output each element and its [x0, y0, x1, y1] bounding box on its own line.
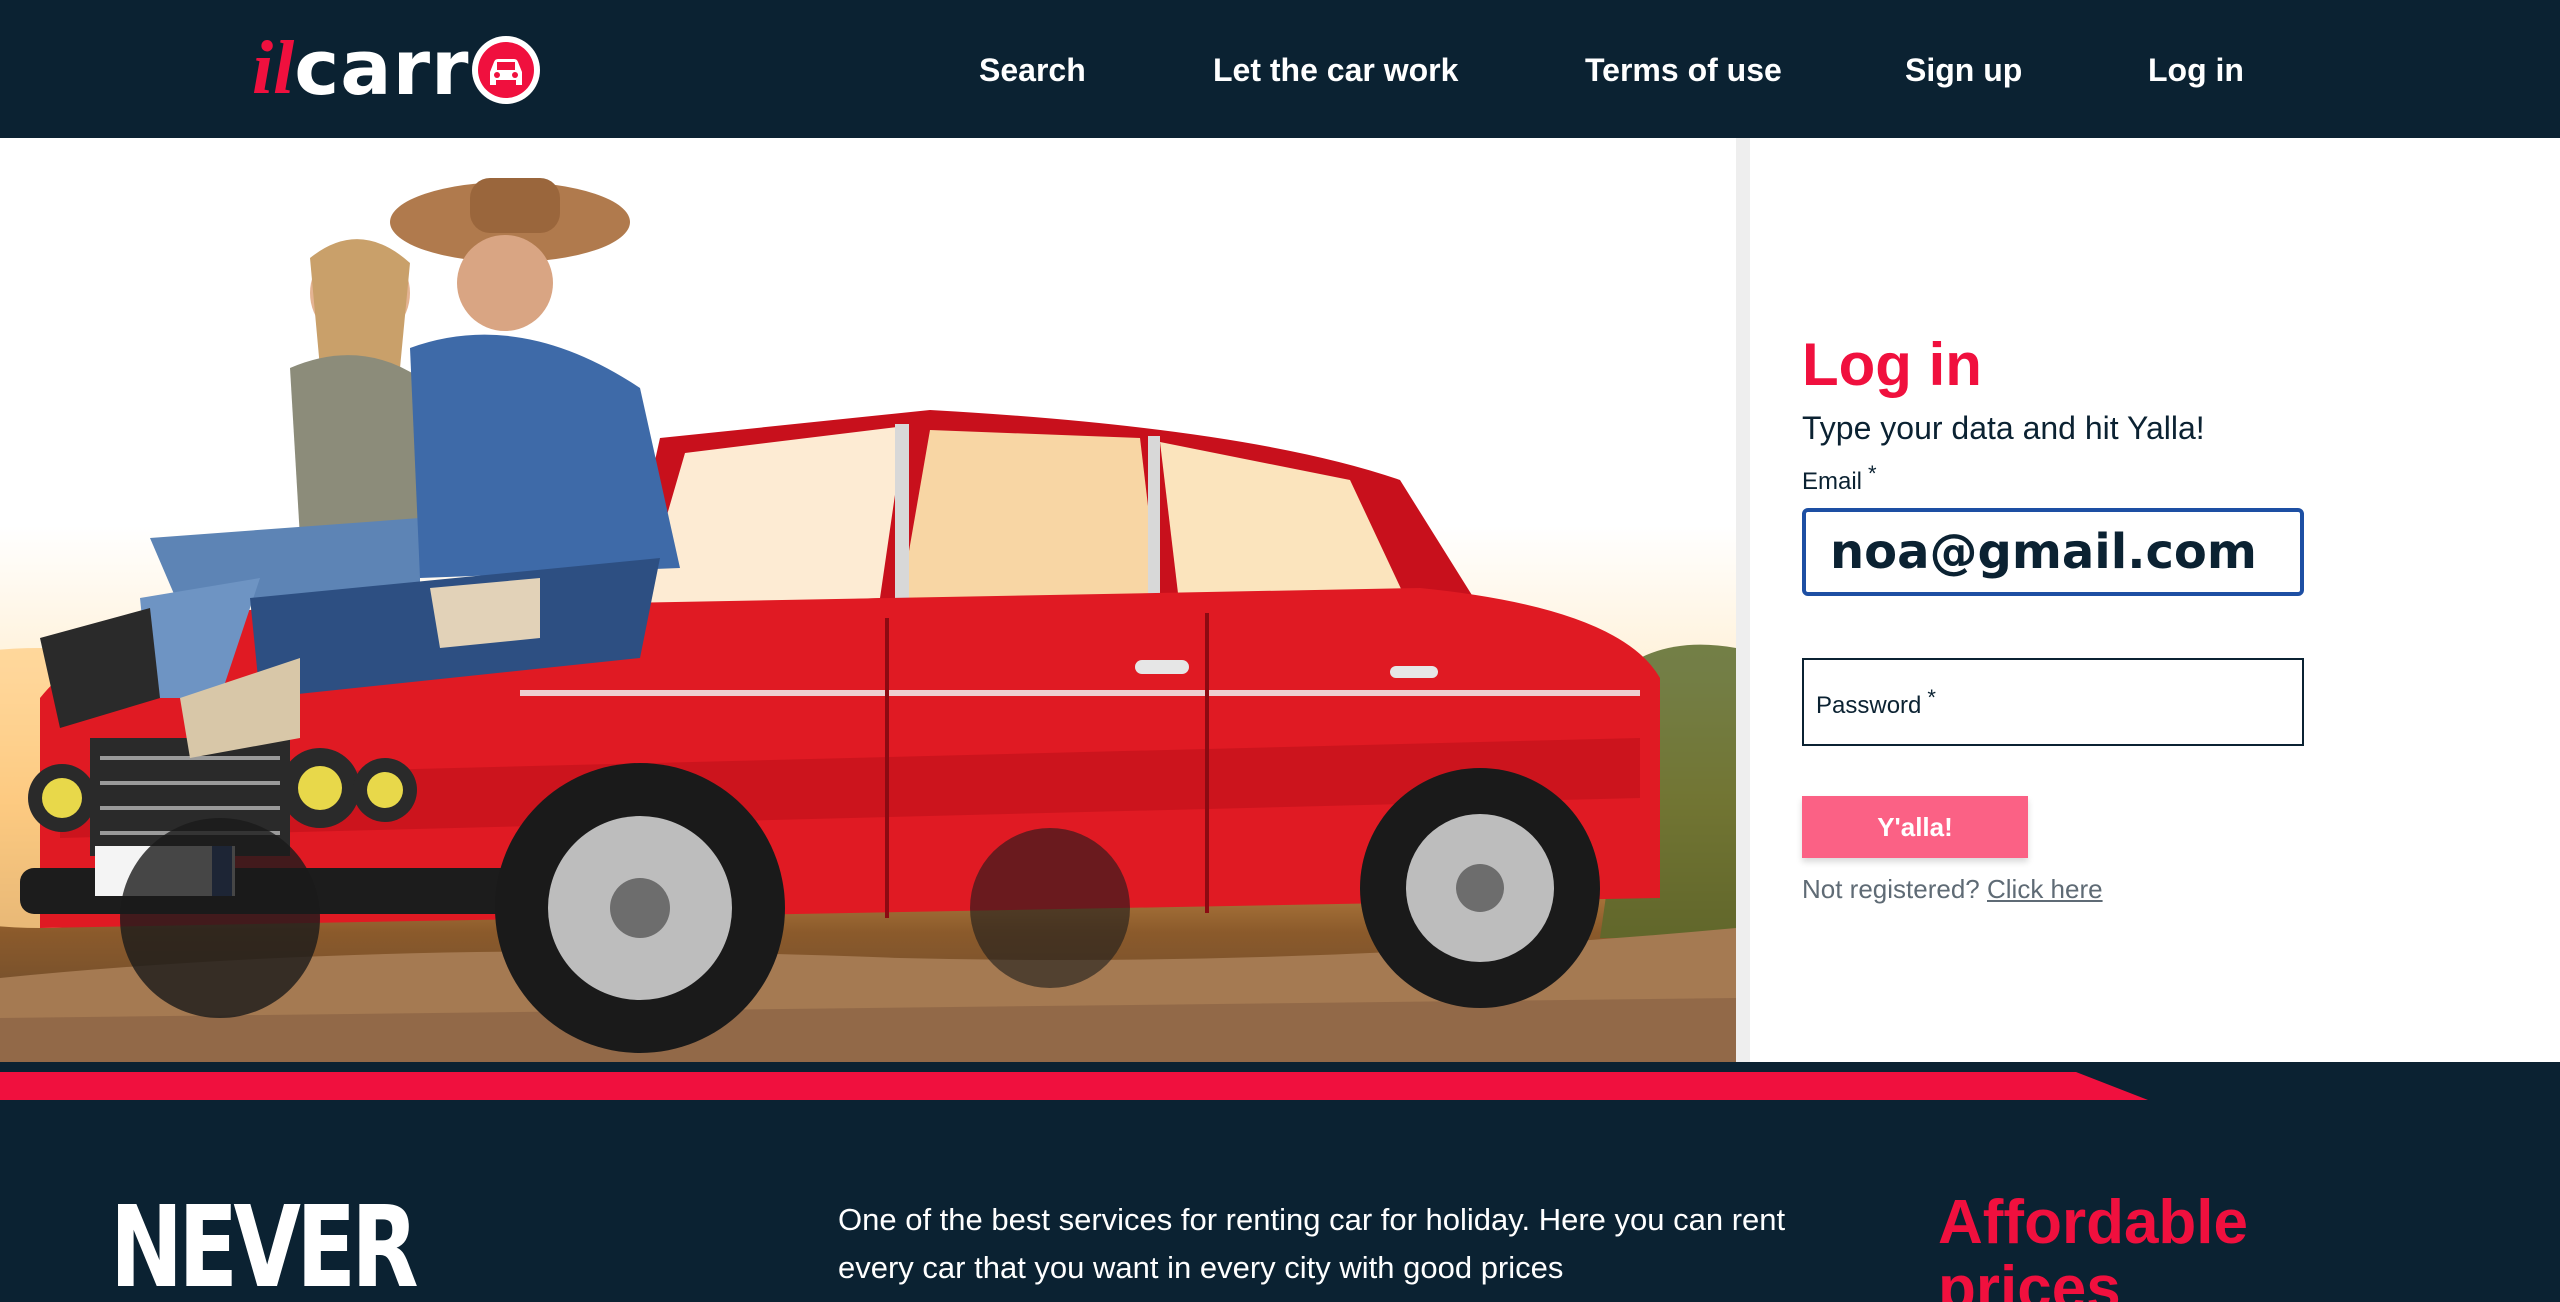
- footer-description: One of the best services for renting car…: [838, 1202, 1786, 1285]
- nav-sign-up[interactable]: Sign up: [1905, 52, 2022, 89]
- login-panel: Log in Type your data and hit Yalla! Ema…: [1750, 138, 2560, 1062]
- hero-photo: [0, 138, 1736, 1062]
- yalla-submit-button[interactable]: Y'alla!: [1802, 796, 2028, 858]
- email-label: Email *: [1802, 461, 1877, 496]
- email-label-text: Email: [1802, 468, 1863, 495]
- nav-log-in[interactable]: Log in: [2148, 52, 2244, 89]
- password-label: Password *: [1816, 685, 1936, 720]
- login-subtitle: Type your data and hit Yalla!: [1802, 410, 2205, 446]
- email-field[interactable]: [1802, 508, 2304, 596]
- email-required-mark: *: [1868, 461, 1877, 486]
- panel-divider: [1736, 138, 1750, 1062]
- nav-let-the-car-work[interactable]: Let the car work: [1213, 52, 1458, 89]
- login-title: Log in: [1802, 331, 1982, 398]
- header: il carr Search Let the car work Terms of…: [0, 0, 2560, 138]
- red-stripe: [0, 1072, 2148, 1100]
- password-required-mark: *: [1927, 685, 1936, 710]
- feature-title: Affordable prices: [1938, 1188, 2248, 1302]
- nav-terms-of-use[interactable]: Terms of use: [1585, 52, 1782, 89]
- not-registered-row: Not registered? Click here: [1802, 874, 2103, 905]
- password-label-text: Password: [1816, 692, 1922, 719]
- footer-headline: NEVER: [110, 1183, 419, 1302]
- not-registered-text: Not registered?: [1802, 874, 1980, 904]
- password-field[interactable]: Password *: [1802, 658, 2304, 746]
- main-nav: Search Let the car work Terms of use Sig…: [0, 44, 2560, 100]
- nav-search[interactable]: Search: [979, 52, 1086, 89]
- click-here-link[interactable]: Click here: [1987, 874, 2103, 904]
